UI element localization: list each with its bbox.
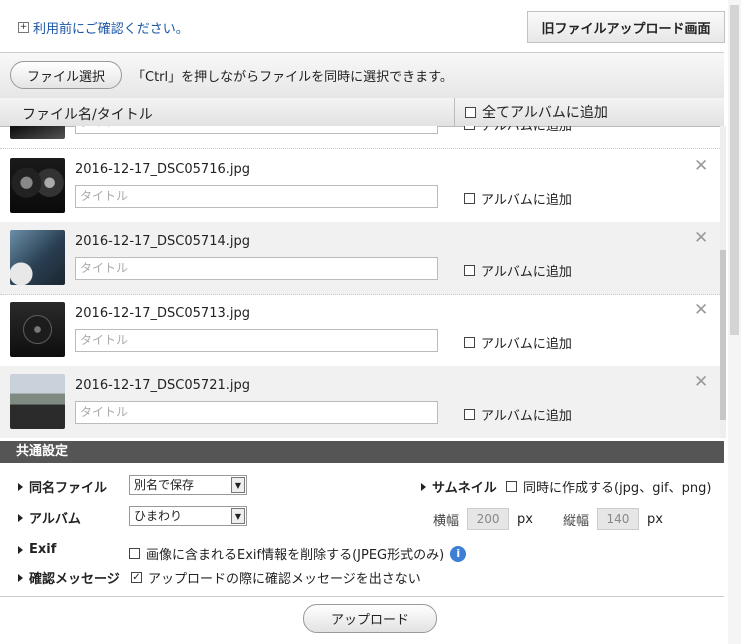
triangle-right-icon [18, 513, 23, 522]
album-checkbox[interactable] [464, 265, 475, 276]
album-toggle[interactable]: アルバムに追加 [464, 405, 572, 424]
album-label: アルバムに追加 [481, 409, 572, 424]
thumbnail-checkbox[interactable] [506, 481, 517, 492]
select-hint: 「Ctrl」を押しながらファイルを同時に選択できます。 [132, 70, 453, 85]
exif-label-text: Exif [29, 542, 57, 557]
file-name: 2016-12-17_DSC05714.jpg [75, 234, 250, 249]
divider [0, 596, 724, 597]
height-label: 縦幅 [562, 513, 589, 529]
title-input[interactable]: タイトル [75, 185, 438, 208]
file-thumbnail [10, 302, 65, 357]
height-input[interactable]: 140 [596, 508, 639, 530]
album-checkbox[interactable] [464, 409, 475, 420]
file-thumbnail [10, 158, 65, 213]
page-scrollbar-thumb[interactable] [730, 5, 739, 335]
triangle-right-icon [18, 482, 23, 491]
file-name: 2016-12-17_DSC05716.jpg [75, 162, 250, 177]
size-fields: 横幅 200 px 縦幅 140 px [433, 508, 663, 530]
height-unit: px [646, 511, 663, 527]
add-all-album-label: 全てアルバムに追加 [482, 105, 608, 121]
old-upload-button[interactable]: 旧ファイルアップロード画面 [527, 11, 725, 43]
column-filename-title: ファイル名/タイトル [22, 107, 153, 123]
file-name: 2016-12-17_DSC05721.jpg [75, 378, 250, 393]
thumbnail-toggle[interactable]: 同時に作成する(jpg、gif、png) [506, 477, 711, 496]
file-name: 2016-12-17_DSC05713.jpg [75, 306, 250, 321]
close-icon[interactable]: ✕ [694, 300, 708, 320]
album-checkbox[interactable] [464, 337, 475, 348]
title-input[interactable]: タイトル [75, 126, 438, 134]
title-input[interactable]: タイトル [75, 401, 438, 424]
album-select[interactable]: ひまわり ▼ [129, 506, 247, 526]
file-thumbnail [10, 126, 65, 139]
file-select-button[interactable]: ファイル選択 [10, 61, 122, 89]
album-label: アルバムに追加 [481, 126, 572, 134]
file-thumbnail [10, 374, 65, 429]
chevron-down-icon: ▼ [231, 477, 245, 493]
exif-checkbox[interactable] [129, 548, 140, 559]
chevron-down-icon: ▼ [231, 508, 245, 524]
width-input[interactable]: 200 [467, 508, 510, 530]
close-icon[interactable]: ✕ [694, 228, 708, 248]
album-label: アルバムに追加 [481, 265, 572, 280]
thumbnail-label: サムネイル [421, 477, 497, 496]
triangle-right-icon [18, 545, 23, 554]
triangle-right-icon [421, 482, 426, 491]
album-toggle[interactable]: アルバムに追加 [464, 189, 572, 208]
width-label: 横幅 [433, 513, 460, 529]
info-icon[interactable]: i [450, 545, 467, 562]
same-name-select-value: 別名で保存 [134, 478, 195, 492]
exif-toggle[interactable]: 画像に含まれるExif情報を削除する(JPEG形式のみ) i [129, 544, 467, 563]
confirm-toggle[interactable]: ✓ アップロードの際に確認メッセージを出さない [131, 568, 421, 587]
upload-button[interactable]: アップロード [303, 604, 437, 633]
exif-option-text: 画像に含まれるExif情報を削除する(JPEG形式のみ) [146, 548, 445, 563]
confirm-label: 確認メッセージ [18, 568, 120, 587]
album-checkbox[interactable] [464, 126, 475, 130]
file-list: タイトル アルバムに追加 2016-12-17_DSC05716.jpg タイト… [0, 126, 720, 438]
album-toggle[interactable]: アルバムに追加 [464, 333, 572, 352]
file-row: 2016-12-17_DSC05714.jpg タイトル アルバムに追加 ✕ [0, 222, 720, 295]
common-settings-header: 共通設定 [0, 441, 724, 463]
title-input[interactable]: タイトル [75, 329, 438, 352]
close-icon[interactable]: ✕ [694, 372, 708, 392]
file-thumbnail [10, 230, 65, 285]
confirm-option-text: アップロードの際に確認メッセージを出さない [148, 572, 421, 587]
confirm-checkbox[interactable]: ✓ [131, 572, 142, 583]
notice-text: 利用前にご確認ください。 [33, 22, 189, 37]
plus-box-icon: + [18, 22, 29, 33]
album-toggle[interactable]: アルバムに追加 [464, 126, 572, 134]
file-row: 2016-12-17_DSC05716.jpg タイトル アルバムに追加 ✕ [0, 150, 720, 223]
file-row: 2016-12-17_DSC05721.jpg タイトル アルバムに追加 ✕ [0, 366, 720, 438]
album-select-value: ひまわり [134, 509, 183, 523]
exif-label: Exif [18, 542, 56, 557]
same-name-label-text: 同名ファイル [29, 481, 108, 496]
thumbnail-label-text: サムネイル [432, 481, 497, 496]
same-name-label: 同名ファイル [18, 477, 107, 496]
file-row: 2016-12-17_DSC05713.jpg タイトル アルバムに追加 ✕ [0, 294, 720, 367]
confirm-label-text: 確認メッセージ [29, 572, 120, 587]
same-name-select[interactable]: 別名で保存 ▼ [129, 475, 247, 495]
title-input[interactable]: タイトル [75, 257, 438, 280]
album-toggle[interactable]: アルバムに追加 [464, 261, 572, 280]
triangle-right-icon [18, 573, 23, 582]
notice-link[interactable]: + 利用前にご確認ください。 [18, 18, 189, 37]
list-scrollbar-thumb[interactable] [720, 250, 726, 420]
album-label: アルバムに追加 [481, 337, 572, 352]
add-all-album-toggle[interactable]: 全てアルバムに追加 [454, 98, 608, 126]
file-row: タイトル アルバムに追加 [0, 126, 720, 149]
album-checkbox[interactable] [464, 193, 475, 204]
album-label: アルバムに追加 [481, 193, 572, 208]
thumbnail-option-text: 同時に作成する(jpg、gif、png) [523, 481, 712, 496]
add-all-album-checkbox[interactable] [465, 106, 476, 118]
album-setting-label: アルバム [18, 508, 81, 527]
close-icon[interactable]: ✕ [694, 156, 708, 176]
album-setting-label-text: アルバム [29, 512, 81, 527]
width-unit: px [517, 511, 533, 527]
